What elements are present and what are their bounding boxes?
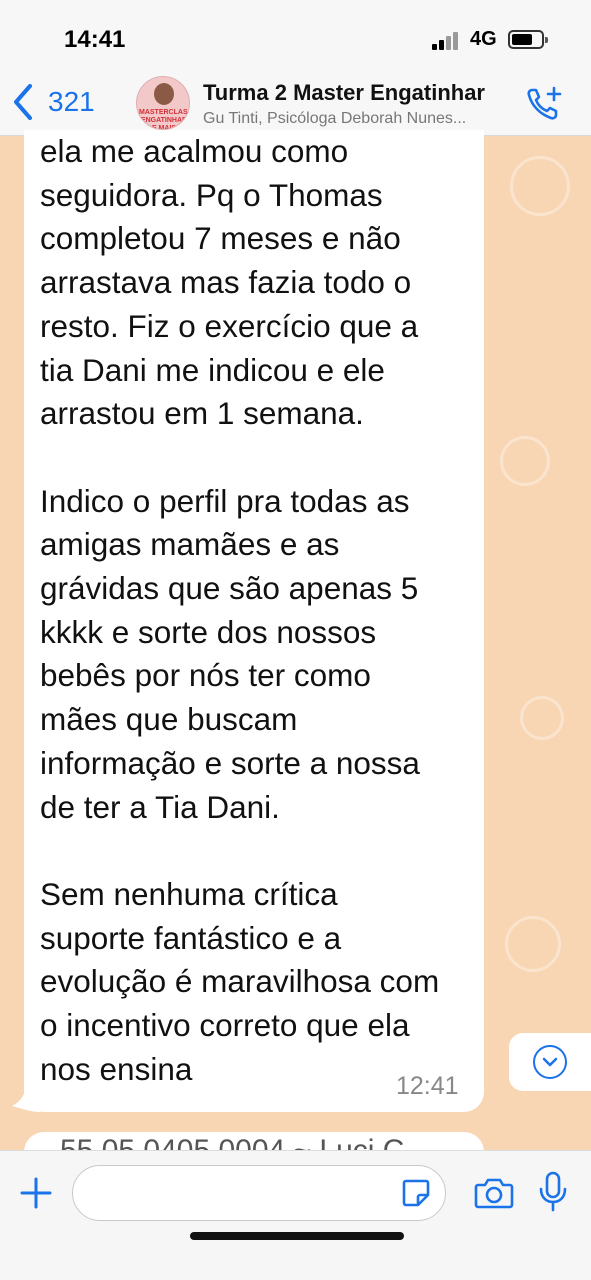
camera-icon[interactable]: [474, 1175, 514, 1211]
network-type: 4G: [470, 28, 497, 50]
microphone-icon[interactable]: [538, 1171, 568, 1213]
sticker-icon[interactable]: [400, 1177, 432, 1209]
chat-header: 321 MASTERCLASS ENGATINHAR E MAIS Turma …: [0, 70, 591, 136]
wallpaper-doodle: [520, 696, 564, 740]
message-input[interactable]: [72, 1165, 446, 1221]
wallpaper-doodle: [510, 156, 570, 216]
composer-bar: [0, 1150, 591, 1280]
wallpaper-doodle: [505, 916, 561, 972]
group-name[interactable]: Turma 2 Master Engatinhar: [203, 80, 485, 106]
battery-icon: [508, 30, 548, 49]
add-call-icon[interactable]: [524, 84, 564, 124]
status-bar: 14:41 4G: [0, 0, 591, 70]
bubble-tail: [12, 1088, 40, 1112]
chevron-left-icon: [14, 84, 32, 120]
message-text: ela me acalmou como seguidora. Pq o Thom…: [40, 133, 440, 1087]
plus-icon[interactable]: [18, 1175, 54, 1211]
signal-icon: [432, 30, 464, 50]
group-avatar[interactable]: MASTERCLASS ENGATINHAR E MAIS: [136, 76, 190, 130]
group-participants[interactable]: Gu Tinti, Psicóloga Deborah Nunes...: [203, 110, 523, 128]
message-timestamp: 12:41: [396, 1072, 459, 1100]
wallpaper-doodle: [500, 436, 550, 486]
scroll-to-bottom-button[interactable]: [509, 1033, 591, 1091]
unread-count: 321: [48, 86, 95, 117]
back-button[interactable]: 321: [10, 80, 95, 124]
avatar-text: MASTERCLASS ENGATINHAR E MAIS: [139, 109, 190, 130]
chevron-down-icon: [542, 1057, 558, 1067]
status-time: 14:41: [64, 26, 126, 53]
home-indicator[interactable]: [190, 1232, 404, 1240]
